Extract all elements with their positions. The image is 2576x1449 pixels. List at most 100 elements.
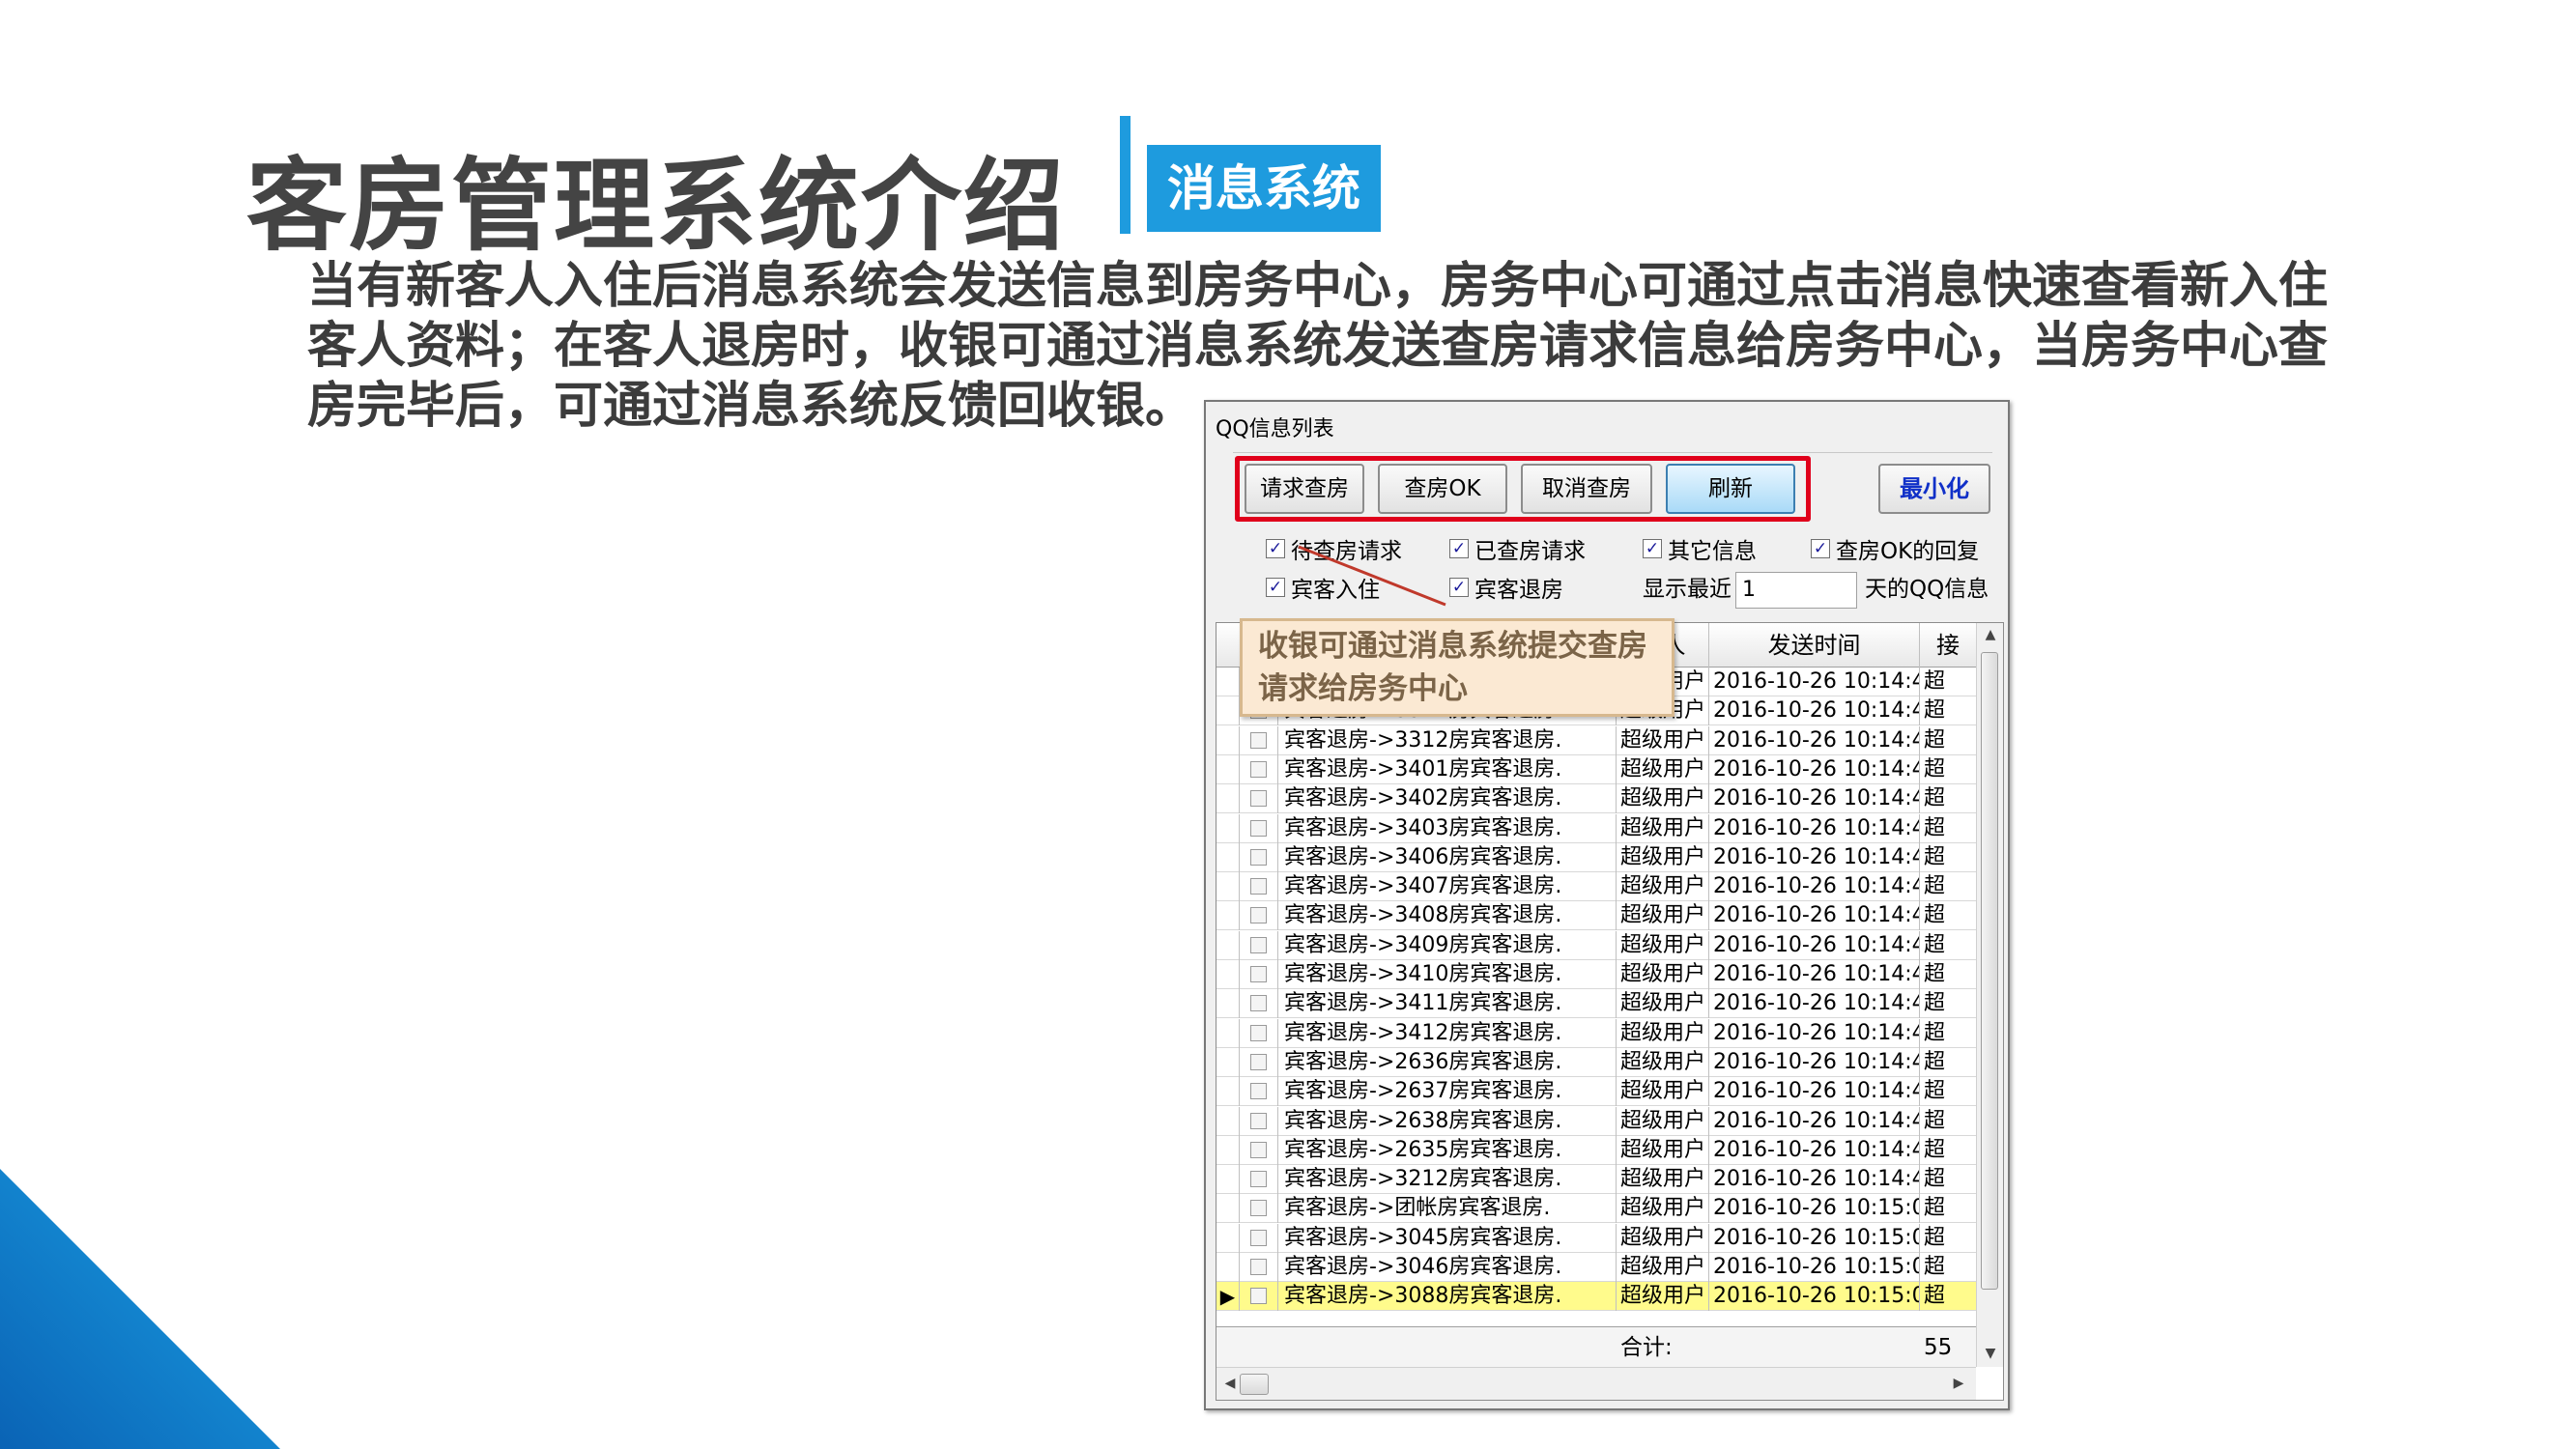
row-message: 宾客退房->3402房宾客退房.	[1278, 784, 1617, 814]
slide-title: 客房管理系统介绍	[246, 147, 1067, 265]
row-send-time: 2016-10-26 10:14:40	[1709, 668, 1920, 696]
row-sender: 超级用户	[1617, 1282, 1709, 1312]
row-receiver: 超	[1924, 874, 1946, 899]
row-message: 宾客退房->3411房宾客退房.	[1278, 989, 1617, 1019]
row-checkbox[interactable]	[1240, 960, 1278, 989]
row-checkbox[interactable]	[1240, 901, 1278, 931]
row-pointer-icon	[1216, 784, 1240, 814]
table-row[interactable]: 宾客退房->3046房宾客退房. 超级用户 2016-10-26 10:15:04 超	[1216, 1253, 1976, 1282]
row-checkbox[interactable]	[1240, 813, 1278, 843]
vertical-scrollbar[interactable]: ▲ ▼	[1976, 623, 2003, 1367]
row-receiver: 超	[1924, 786, 1946, 811]
row-pointer-icon	[1216, 989, 1240, 1019]
table-row[interactable]: 宾客退房->2636房宾客退房. 超级用户 2016-10-26 10:14:40 超	[1216, 1047, 1976, 1077]
row-checkbox[interactable]	[1240, 1165, 1278, 1195]
row-sender: 超级用户	[1617, 1165, 1709, 1195]
row-pointer-icon	[1216, 872, 1240, 902]
filter-checkout-label: 宾客退房	[1474, 578, 1563, 603]
row-checkbox[interactable]	[1240, 725, 1278, 755]
total-value: 55	[1924, 1335, 1953, 1360]
table-row[interactable]: 宾客退房->3403房宾客退房. 超级用户 2016-10-26 10:14:40 超	[1216, 813, 1976, 843]
table-row[interactable]: 宾客退房->3045房宾客退房. 超级用户 2016-10-26 10:15:04 超	[1216, 1223, 1976, 1253]
row-send-time: 2016-10-26 10:14:40	[1709, 1077, 1920, 1107]
table-row[interactable]: 宾客退房->2637房宾客退房. 超级用户 2016-10-26 10:14:40 超	[1216, 1077, 1976, 1107]
row-message: 宾客退房->3408房宾客退房.	[1278, 901, 1617, 931]
table-row[interactable]: 宾客退房->3406房宾客退房. 超级用户 2016-10-26 10:14:40 超	[1216, 842, 1976, 872]
row-checkbox[interactable]	[1240, 1194, 1278, 1224]
row-message: 宾客退房->3401房宾客退房.	[1278, 754, 1617, 784]
row-message: 宾客退房->3412房宾客退房.	[1278, 1018, 1617, 1048]
table-row[interactable]: 宾客退房->3402房宾客退房. 超级用户 2016-10-26 10:14:40 超	[1216, 784, 1976, 814]
table-row[interactable]: 宾客退房->2638房宾客退房. 超级用户 2016-10-26 10:14:40 超	[1216, 1106, 1976, 1136]
row-receiver: 超	[1924, 962, 1946, 986]
row-checkbox[interactable]	[1240, 872, 1278, 902]
table-row[interactable]: 宾客退房->3212房宾客退房. 超级用户 2016-10-26 10:14:40 超	[1216, 1165, 1976, 1195]
table-row[interactable]: 宾客退房->3409房宾客退房. 超级用户 2016-10-26 10:14:40 超	[1216, 930, 1976, 960]
row-sender: 超级用户	[1617, 872, 1709, 902]
table-row[interactable]: 宾客退房->3312房宾客退房. 超级用户 2016-10-26 10:14:40 超	[1216, 725, 1976, 755]
row-sender: 超级用户	[1617, 1135, 1709, 1165]
filter-ok-reply[interactable]: ✓ 查房OK的回复	[1811, 533, 1979, 564]
filter-other[interactable]: ✓ 其它信息	[1643, 533, 1757, 564]
table-row[interactable]: ▶ 宾客退房->3088房宾客退房. 超级用户 2016-10-26 10:15:04…	[1216, 1282, 1976, 1312]
row-sender: 超级用户	[1617, 1223, 1709, 1253]
row-checkbox[interactable]	[1240, 1018, 1278, 1048]
row-checkbox[interactable]	[1240, 989, 1278, 1019]
row-receiver: 超	[1924, 669, 1946, 694]
corner-decoration	[0, 1169, 280, 1449]
row-receiver: 超	[1924, 1137, 1946, 1162]
row-receiver: 超	[1924, 1049, 1946, 1074]
header-receiver[interactable]: 接	[1920, 623, 1976, 668]
table-row[interactable]: 宾客退房->3408房宾客退房. 超级用户 2016-10-26 10:14:40 超	[1216, 901, 1976, 931]
checkbox-checked-icon: ✓	[1266, 539, 1285, 558]
row-checkbox[interactable]	[1240, 1223, 1278, 1253]
row-receiver: 超	[1924, 727, 1946, 753]
table-row[interactable]: 宾客退房->3411房宾客退房. 超级用户 2016-10-26 10:14:40 超	[1216, 989, 1976, 1019]
row-send-time: 2016-10-26 10:14:40	[1709, 989, 1920, 1019]
row-checkbox[interactable]	[1240, 784, 1278, 814]
table-row[interactable]: 宾客退房->3407房宾客退房. 超级用户 2016-10-26 10:14:40 超	[1216, 872, 1976, 902]
checkbox-checked-icon: ✓	[1811, 539, 1830, 558]
callout-note: 收银可通过消息系统提交查房请求给房务中心	[1240, 618, 1674, 717]
row-checkbox[interactable]	[1240, 1106, 1278, 1136]
table-row[interactable]: 宾客退房->2635房宾客退房. 超级用户 2016-10-26 10:14:40 超	[1216, 1135, 1976, 1165]
table-row[interactable]: 宾客退房->团帐房宾客退房. 超级用户 2016-10-26 10:15:04 超	[1216, 1194, 1976, 1224]
row-pointer-icon	[1216, 842, 1240, 872]
scroll-up-icon[interactable]: ▲	[1977, 627, 2003, 642]
row-checkbox[interactable]	[1240, 1135, 1278, 1165]
show-recent-label: 显示最近	[1643, 577, 1732, 602]
row-receiver: 超	[1924, 1284, 1946, 1309]
row-pointer-icon	[1216, 1135, 1240, 1165]
row-pointer-icon	[1216, 1077, 1240, 1107]
row-pointer-icon	[1216, 1106, 1240, 1136]
row-checkbox[interactable]	[1240, 1077, 1278, 1107]
table-row[interactable]: 宾客退房->3412房宾客退房. 超级用户 2016-10-26 10:14:40 超	[1216, 1018, 1976, 1048]
filter-checkout[interactable]: ✓ 宾客退房	[1449, 572, 1563, 603]
row-receiver: 超	[1924, 1225, 1946, 1250]
row-send-time: 2016-10-26 10:14:40	[1709, 1018, 1920, 1048]
minimize-button[interactable]: 最小化	[1878, 464, 1990, 514]
table-row[interactable]: 宾客退房->3401房宾客退房. 超级用户 2016-10-26 10:14:40 超	[1216, 754, 1976, 784]
row-receiver: 超	[1924, 903, 1946, 928]
table-row[interactable]: 宾客退房->3410房宾客退房. 超级用户 2016-10-26 10:14:40 超	[1216, 960, 1976, 989]
row-pointer-icon	[1216, 1018, 1240, 1048]
row-send-time: 2016-10-26 10:14:40	[1709, 872, 1920, 902]
row-sender: 超级用户	[1617, 901, 1709, 931]
horizontal-scrollbar[interactable]: ◀ ▶	[1216, 1367, 1976, 1400]
row-message: 宾客退房->团帐房宾客退房.	[1278, 1194, 1617, 1224]
scroll-right-icon[interactable]: ▶	[1945, 1376, 1972, 1391]
days-input[interactable]: 1	[1735, 572, 1857, 609]
hscroll-thumb[interactable]	[1240, 1374, 1269, 1395]
row-checkbox[interactable]	[1240, 930, 1278, 960]
row-checkbox[interactable]	[1240, 754, 1278, 784]
header-send-time[interactable]: 发送时间	[1709, 623, 1920, 668]
row-checkbox[interactable]	[1240, 842, 1278, 872]
scroll-down-icon[interactable]: ▼	[1977, 1346, 2003, 1361]
grid-total-row: 合计: 55	[1216, 1326, 1976, 1367]
row-checkbox[interactable]	[1240, 1253, 1278, 1282]
row-checkbox[interactable]	[1240, 1282, 1278, 1312]
checkbox-checked-icon: ✓	[1449, 539, 1469, 558]
filter-checked[interactable]: ✓ 已查房请求	[1449, 533, 1586, 564]
row-checkbox[interactable]	[1240, 1047, 1278, 1077]
scroll-thumb[interactable]	[1981, 652, 1998, 1290]
